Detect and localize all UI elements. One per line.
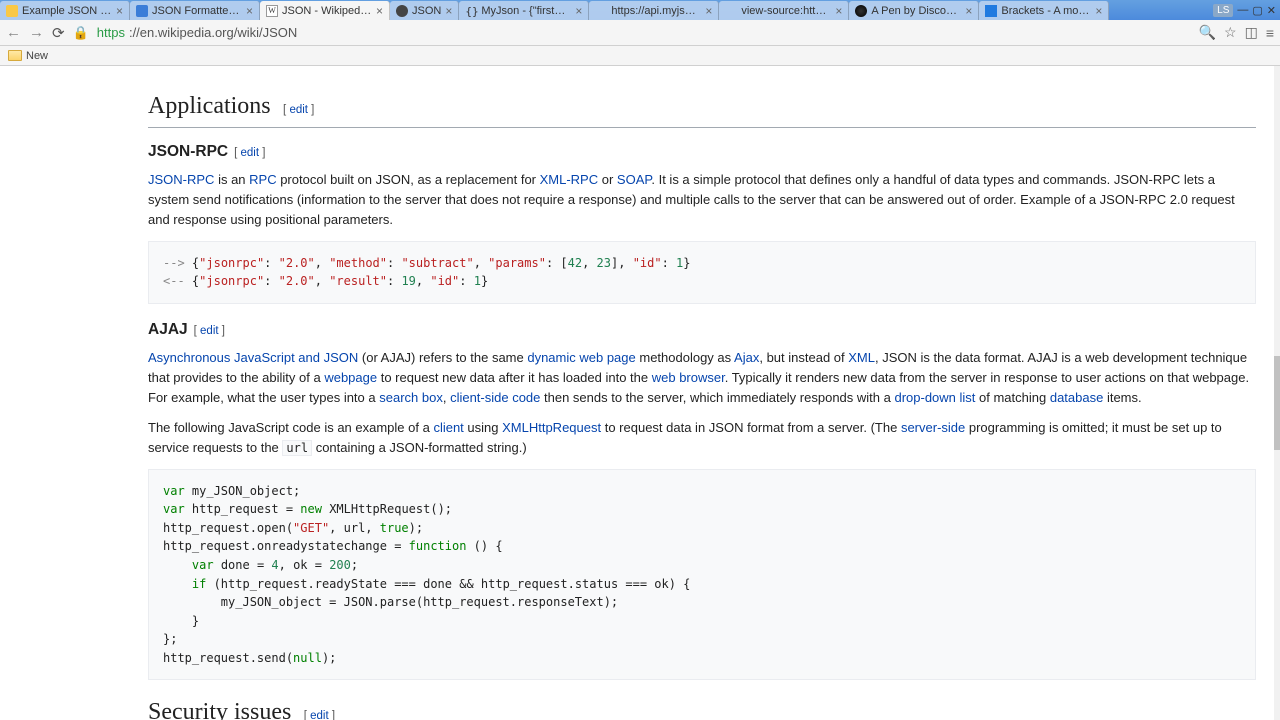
scrollbar-track[interactable] — [1274, 66, 1280, 720]
favicon — [136, 5, 148, 17]
forward-button[interactable]: → — [29, 24, 44, 41]
link[interactable]: XML — [848, 350, 875, 365]
paragraph: Asynchronous JavaScript and JSON (or AJA… — [148, 348, 1256, 408]
close-icon[interactable]: × — [116, 5, 123, 17]
back-button[interactable]: ← — [6, 24, 21, 41]
link-soap[interactable]: SOAP — [617, 172, 651, 187]
url-input[interactable]: https://en.wikipedia.org/wiki/JSON — [97, 25, 1191, 40]
link[interactable]: search box — [379, 390, 443, 405]
link-rpc[interactable]: RPC — [249, 172, 276, 187]
favicon — [396, 5, 408, 17]
link-jsonrpc[interactable]: JSON-RPC — [148, 172, 214, 187]
link[interactable]: database — [1050, 390, 1104, 405]
close-icon[interactable]: × — [965, 5, 972, 17]
bookmark-bar: New — [0, 46, 1280, 66]
browser-tab[interactable]: https://api.myjson.com/bin× — [589, 1, 719, 20]
folder-icon — [8, 50, 22, 61]
edit-link: [ edit ] — [297, 710, 335, 720]
link[interactable]: Asynchronous JavaScript and JSON — [148, 350, 358, 365]
favicon — [855, 5, 867, 17]
extension-icon[interactable]: ◫ — [1245, 24, 1258, 41]
link[interactable]: web browser — [652, 370, 725, 385]
inline-code: url — [282, 440, 312, 456]
link[interactable]: webpage — [324, 370, 377, 385]
browser-tab-active[interactable]: WJSON - Wikipedia, the free e× — [260, 1, 390, 20]
browser-tab[interactable]: JSON Formatter & Validator× — [130, 1, 260, 20]
favicon: W — [266, 5, 278, 17]
link-xmlrpc[interactable]: XML-RPC — [540, 172, 599, 187]
close-icon[interactable]: × — [1095, 5, 1102, 17]
paragraph: The following JavaScript code is an exam… — [148, 418, 1256, 458]
subsection-heading-ajaj: AJAJ [ edit ] — [148, 318, 1256, 342]
bookmark-item[interactable]: New — [26, 50, 48, 62]
edit-link: [ edit ] — [194, 323, 225, 341]
window-controls: LS — ▢ ✕ — [1213, 0, 1280, 20]
subsection-heading-jsonrpc: JSON-RPC [ edit ] — [148, 140, 1256, 164]
link[interactable]: dynamic web page — [527, 350, 635, 365]
lock-icon: 🔒 — [73, 25, 89, 41]
favicon — [985, 5, 997, 17]
address-bar: ← → ⟳ 🔒 https://en.wikipedia.org/wiki/JS… — [0, 20, 1280, 46]
paragraph: JSON-RPC is an RPC protocol built on JSO… — [148, 170, 1256, 230]
minimize-icon[interactable]: — — [1237, 4, 1248, 16]
star-icon[interactable]: ☆ — [1224, 24, 1237, 41]
browser-tab[interactable]: view-source:https://api.myj× — [719, 1, 849, 20]
reload-button[interactable]: ⟳ — [52, 24, 65, 42]
close-icon[interactable]: × — [575, 5, 582, 17]
close-icon[interactable]: × — [246, 5, 253, 17]
close-icon[interactable]: × — [376, 5, 383, 17]
link[interactable]: client-side code — [450, 390, 540, 405]
favicon — [595, 5, 607, 17]
zoom-icon[interactable]: 🔍 — [1199, 24, 1216, 41]
close-icon[interactable]: × — [445, 5, 452, 17]
browser-tab[interactable]: JSON× — [390, 1, 459, 20]
browser-tab-bar: Example JSON Discoveryvip× JSON Formatte… — [0, 0, 1280, 20]
favicon — [725, 5, 737, 17]
user-badge[interactable]: LS — [1213, 4, 1233, 17]
scrollbar-thumb[interactable] — [1274, 356, 1280, 450]
favicon: {} — [465, 5, 477, 17]
menu-icon[interactable]: ≡ — [1266, 25, 1274, 41]
browser-tab[interactable]: {}MyJson - {"firstName"=>"La× — [459, 1, 589, 20]
section-heading-applications: Applications [ edit ] — [148, 88, 1256, 128]
link[interactable]: drop-down list — [894, 390, 975, 405]
browser-tab[interactable]: Brackets - A modern, open s× — [979, 1, 1109, 20]
edit-link: [ edit ] — [234, 145, 265, 163]
link[interactable]: server-side — [901, 420, 965, 435]
close-icon[interactable]: × — [705, 5, 712, 17]
page-viewport: Applications [ edit ] JSON-RPC [ edit ] … — [0, 66, 1274, 720]
close-icon[interactable]: × — [835, 5, 842, 17]
close-window-icon[interactable]: ✕ — [1267, 4, 1276, 17]
browser-tab[interactable]: Example JSON Discoveryvip× — [0, 1, 130, 20]
article-body: Applications [ edit ] JSON-RPC [ edit ] … — [148, 66, 1256, 720]
section-heading-security: Security issues [ edit ] — [148, 694, 1256, 720]
link[interactable]: XMLHttpRequest — [502, 420, 601, 435]
maximize-icon[interactable]: ▢ — [1252, 4, 1262, 17]
code-block-jsonrpc: --> {"jsonrpc": "2.0", "method": "subtra… — [148, 241, 1256, 304]
link[interactable]: client — [433, 420, 463, 435]
edit-link: [ edit ] — [277, 104, 315, 116]
browser-tab[interactable]: A Pen by Discoveryvip.com× — [849, 1, 979, 20]
favicon — [6, 5, 18, 17]
link[interactable]: Ajax — [734, 350, 759, 365]
code-block-ajaj: var my_JSON_object; var http_request = n… — [148, 469, 1256, 681]
